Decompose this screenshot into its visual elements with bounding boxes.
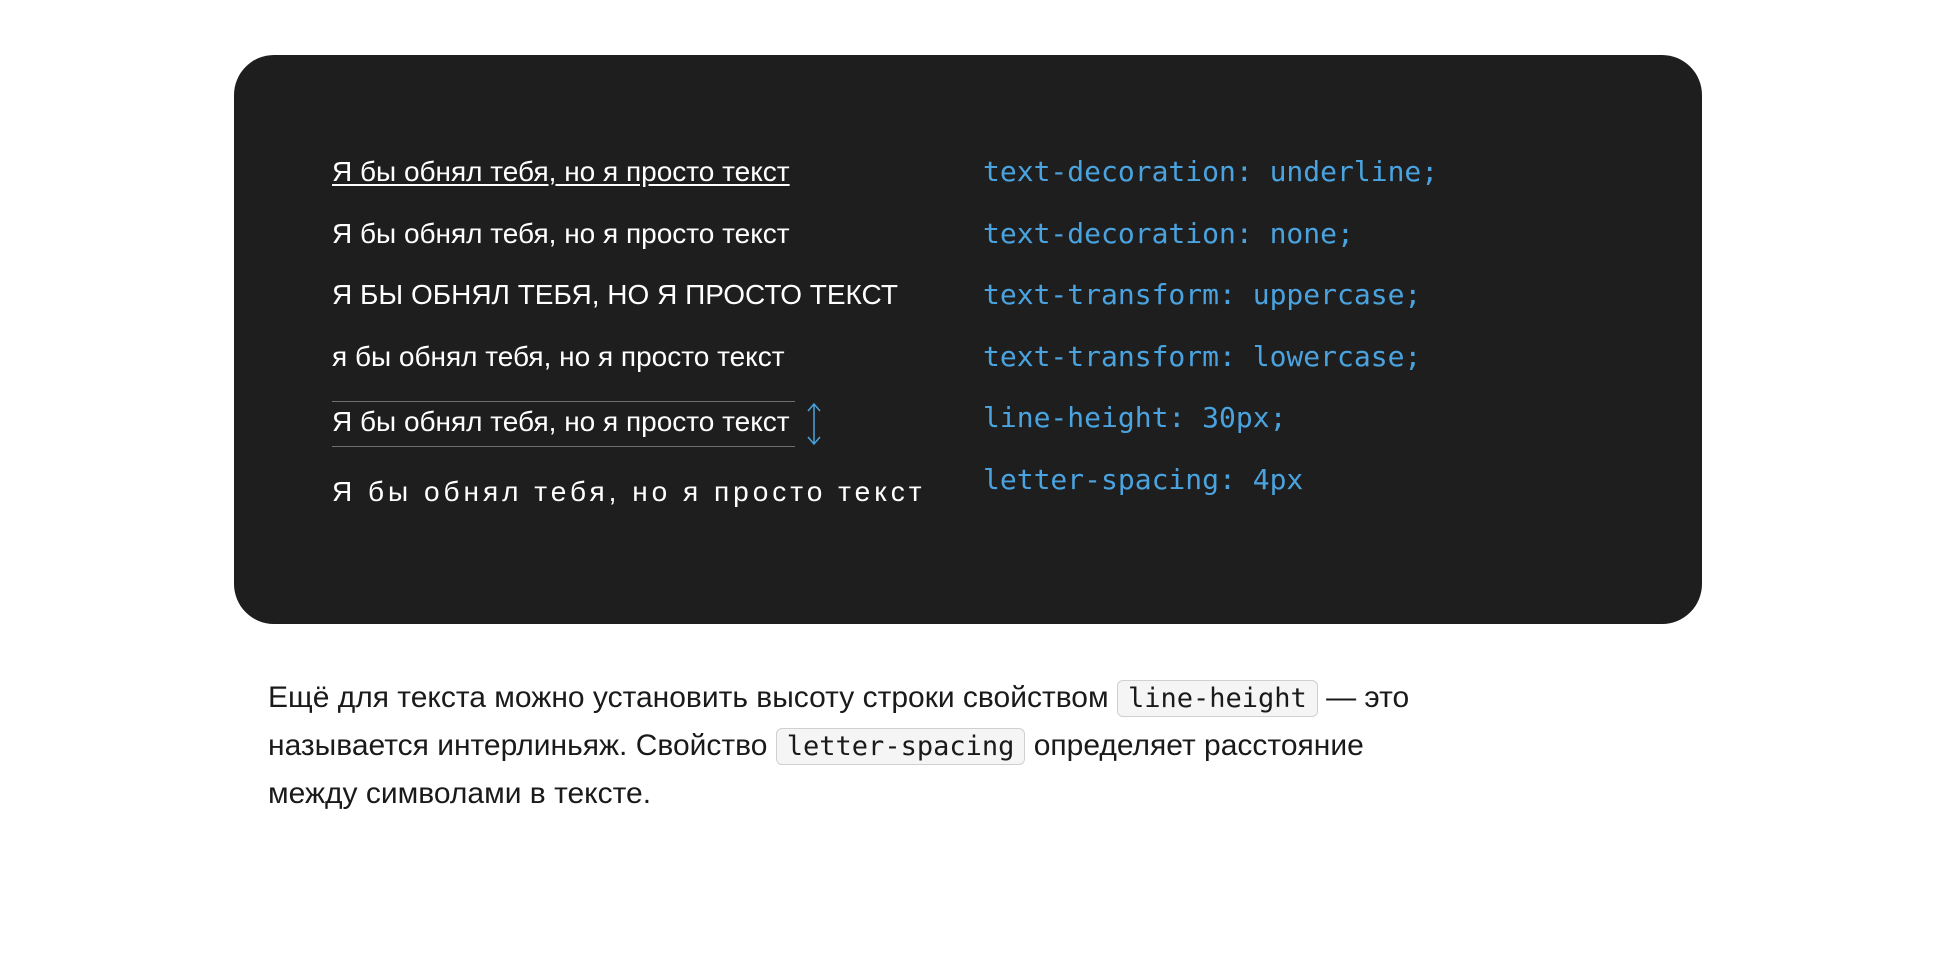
example-uppercase: Я бы обнял тебя, но я просто текст [332, 278, 953, 312]
examples-column: Я бы обнял тебя, но я просто текст Я бы … [332, 155, 953, 509]
code-line: text-transform: lowercase; [983, 340, 1604, 374]
inline-code-letter-spacing: letter-spacing [776, 728, 1026, 765]
vertical-arrow-icon [805, 401, 823, 447]
code-line: text-decoration: underline; [983, 155, 1604, 189]
example-none: Я бы обнял тебя, но я просто текст [332, 217, 953, 251]
css-text-example-panel: Я бы обнял тебя, но я просто текст Я бы … [234, 55, 1702, 624]
page: Я бы обнял тебя, но я просто текст Я бы … [0, 55, 1936, 818]
example-lowercase: Я бы обнял тебя, но я просто текст [332, 340, 953, 374]
code-column: text-decoration: underline; text-decorat… [983, 155, 1604, 509]
explanatory-paragraph: Ещё для текста можно установить высоту с… [268, 674, 1448, 818]
example-letter-spacing: Я бы обнял тебя, но я просто текст [332, 475, 953, 509]
example-underline: Я бы обнял тебя, но я просто текст [332, 155, 953, 189]
inline-code-line-height: line-height [1117, 680, 1318, 717]
paragraph-text: Ещё для текста можно установить высоту с… [268, 681, 1117, 714]
code-line: text-decoration: none; [983, 217, 1604, 251]
code-line: text-transform: uppercase; [983, 278, 1604, 312]
code-line: letter-spacing: 4px [983, 463, 1604, 497]
example-line-height: Я бы обнял тебя, но я просто текст [332, 401, 953, 447]
line-height-box: Я бы обнял тебя, но я просто текст [332, 401, 795, 447]
code-line: line-height: 30px; [983, 401, 1604, 435]
